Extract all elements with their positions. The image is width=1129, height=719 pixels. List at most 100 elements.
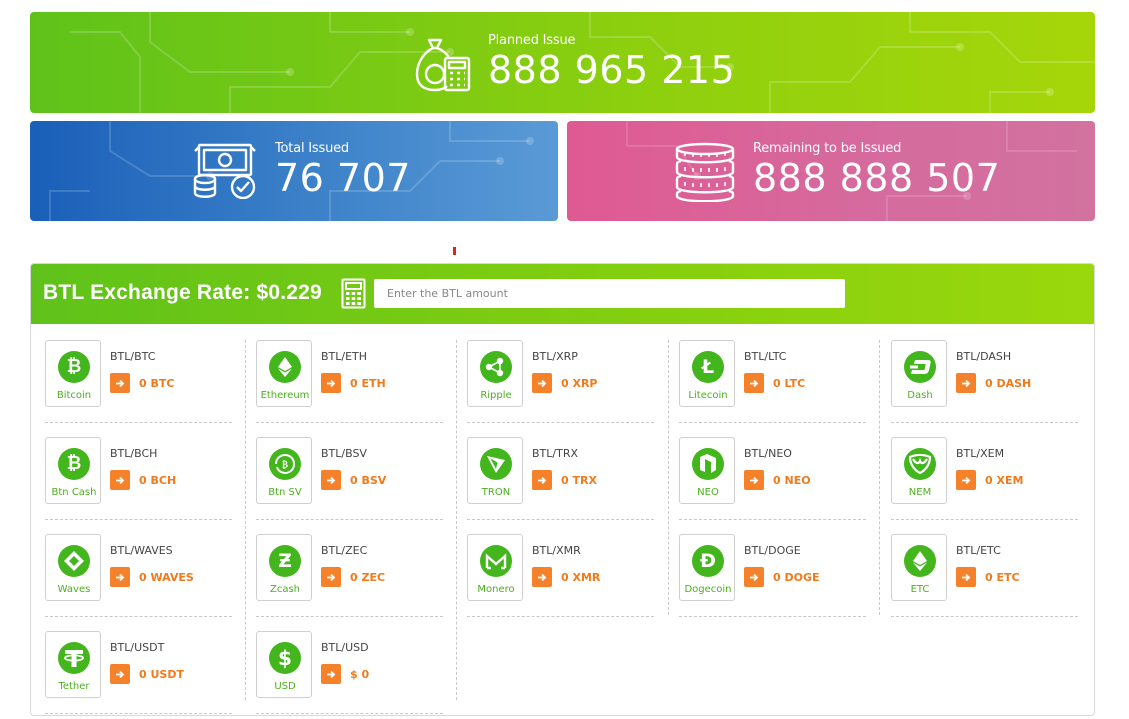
dash-icon [904, 351, 936, 383]
pair-label: BTL/ZEC [321, 544, 368, 557]
red-marker [453, 247, 456, 255]
arrow-right-icon[interactable] [321, 470, 341, 490]
column-divider [456, 340, 457, 700]
conversion-row: 0 LTC [744, 373, 805, 393]
row-divider [45, 422, 232, 423]
arrow-right-icon[interactable] [956, 373, 976, 393]
pair-label: BTL/BCH [110, 447, 158, 460]
planned-issue-value: 888 965 215 [488, 48, 736, 92]
coin-name: Bitcoin [56, 390, 92, 401]
arrow-right-icon[interactable] [110, 373, 130, 393]
exchange-cell: Đ Dogecoin BTL/DOGE 0 DOGE [679, 534, 865, 602]
coin-card: Tether [45, 631, 101, 698]
conversion-row: 0 ETC [956, 567, 1020, 587]
arrow-right-icon[interactable] [532, 470, 552, 490]
conversion-value: 0 TRX [561, 473, 597, 487]
coin-card: $ USD [256, 631, 312, 698]
coin-card: Monero [467, 534, 523, 601]
arrow-right-icon[interactable] [532, 373, 552, 393]
coin-card: Dash [891, 340, 947, 407]
conversion-row: 0 WAVES [110, 567, 194, 587]
pair-label: BTL/TRX [532, 447, 578, 460]
exchange-cell: Tether BTL/USDT 0 USDT [45, 631, 231, 699]
bitcoin-cash-icon: ₿ [58, 448, 90, 480]
coin-card: Ripple [467, 340, 523, 407]
exchange-rate-title: BTL Exchange Rate: $0.229 [43, 281, 322, 304]
conversion-row: 0 XEM [956, 470, 1023, 490]
conversion-value: 0 DASH [985, 376, 1032, 390]
coin-card: Waves [45, 534, 101, 601]
coin-card: ₿ Bitcoin [45, 340, 101, 407]
exchange-cell: Monero BTL/XMR 0 XMR [467, 534, 653, 602]
remaining-issued-banner: Remaining to be Issued 888 888 507 [567, 121, 1095, 221]
arrow-right-icon[interactable] [744, 567, 764, 587]
pair-label: BTL/USD [321, 641, 369, 654]
column-divider [879, 340, 880, 615]
conversion-row: 0 BSV [321, 470, 386, 490]
conversion-value: 0 ZEC [350, 570, 386, 584]
column-divider [245, 340, 246, 700]
coin-card: Đ Dogecoin [679, 534, 735, 601]
coin-name: Ripple [480, 390, 512, 401]
arrow-right-icon[interactable] [110, 470, 130, 490]
exchange-cell: ₿ Btn SV BTL/BSV 0 BSV [256, 437, 442, 505]
row-divider [45, 519, 232, 520]
row-divider [256, 713, 443, 714]
arrow-right-icon[interactable] [321, 664, 341, 684]
remaining-issued-label: Remaining to be Issued [753, 141, 902, 156]
tron-icon [480, 448, 512, 480]
conversion-row: 0 NEO [744, 470, 811, 490]
arrow-right-icon[interactable] [532, 567, 552, 587]
row-divider [467, 422, 654, 423]
ripple-icon [480, 351, 512, 383]
coin-name: Monero [477, 584, 515, 595]
exchange-cell: Ripple BTL/XRP 0 XRP [467, 340, 653, 408]
total-issued-text: Total Issued 76 707 [275, 141, 411, 199]
conversion-row: 0 ZEC [321, 567, 385, 587]
arrow-right-icon[interactable] [110, 664, 130, 684]
planned-issue-text: Planned Issue 888 965 215 [488, 33, 735, 91]
arrow-right-icon[interactable] [744, 470, 764, 490]
arrow-right-icon[interactable] [321, 373, 341, 393]
money-bag-icon [415, 36, 473, 96]
exchange-cell: NEM BTL/XEM 0 XEM [891, 437, 1077, 505]
btl-amount-input[interactable] [374, 279, 845, 308]
conversion-value: 0 XEM [985, 473, 1024, 487]
row-divider [45, 616, 232, 617]
arrow-right-icon[interactable] [956, 470, 976, 490]
conversion-value: 0 XRP [561, 376, 598, 390]
conversion-value: 0 BTC [139, 376, 175, 390]
coin-name: Waves [57, 584, 91, 595]
pair-label: BTL/BTC [110, 350, 156, 363]
nem-icon [904, 448, 936, 480]
conversion-value: 0 NEO [773, 473, 811, 487]
exchange-cell: NEO BTL/NEO 0 NEO [679, 437, 865, 505]
svg-text:₿: ₿ [282, 460, 288, 471]
exchange-cell: $ USD BTL/USD $ 0 [256, 631, 442, 699]
pair-label: BTL/NEO [744, 447, 792, 460]
arrow-right-icon[interactable] [956, 567, 976, 587]
calculator-icon [341, 278, 366, 313]
exchange-cell: ETC BTL/ETC 0 ETC [891, 534, 1077, 602]
arrow-right-icon[interactable] [744, 373, 764, 393]
coin-card: NEM [891, 437, 947, 504]
conversion-value: 0 WAVES [139, 570, 194, 584]
exchange-cell: Ethereum BTL/ETH 0 ETH [256, 340, 442, 408]
row-divider [45, 713, 232, 714]
arrow-right-icon[interactable] [110, 567, 130, 587]
ethereum-classic-icon [904, 545, 936, 577]
cash-stack-icon [193, 143, 259, 203]
conversion-value: $ 0 [350, 667, 370, 681]
row-divider [679, 616, 866, 617]
conversion-row: $ 0 [321, 664, 369, 684]
coin-card: ₿ Btn Cash [45, 437, 101, 504]
coin-name: Btn Cash [51, 487, 97, 498]
conversion-row: 0 BCH [110, 470, 176, 490]
exchange-header: BTL Exchange Rate: $0.229 [31, 264, 1094, 324]
conversion-value: 0 LTC [773, 376, 806, 390]
coin-name: Tether [58, 681, 90, 692]
arrow-right-icon[interactable] [321, 567, 341, 587]
monero-icon [480, 545, 512, 577]
coin-card: ETC [891, 534, 947, 601]
row-divider [891, 616, 1078, 617]
